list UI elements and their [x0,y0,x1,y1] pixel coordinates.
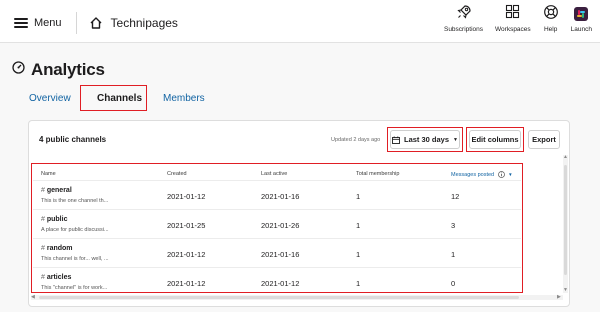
workspaces-button[interactable]: Workspaces [495,4,531,33]
horizontal-scrollbar[interactable]: ◀ ▶ [31,294,563,300]
scroll-right-icon[interactable]: ▶ [557,294,561,300]
top-bar-left: Menu Technipages [14,12,178,34]
subscriptions-button[interactable]: Subscriptions [443,4,484,33]
home-icon[interactable] [89,16,103,30]
rocket-icon [456,4,472,25]
analytics-gauge-icon [12,61,25,79]
vertical-scroll-thumb[interactable] [564,165,567,275]
channels-tab-highlight [80,85,147,111]
edit-columns-highlight [466,127,524,152]
lifebuoy-icon [543,4,559,25]
slack-logo-icon [574,7,589,21]
tab-members[interactable]: Members [163,93,205,104]
scroll-up-icon[interactable]: ▲ [563,154,568,160]
table-highlight [31,163,523,293]
scroll-left-icon[interactable]: ◀ [31,294,35,300]
help-button[interactable]: Help [543,4,559,33]
top-bar: Menu Technipages Subscriptions Workspace… [0,0,600,43]
vertical-scrollbar[interactable]: ▲ ▼ [563,154,568,293]
date-range-highlight [387,127,463,152]
page-title: Analytics [12,60,105,80]
site-name[interactable]: Technipages [111,16,178,30]
launch-label: Launch [570,26,592,33]
subscriptions-label: Subscriptions [443,26,484,33]
launch-button[interactable]: Launch [571,5,592,33]
grid-icon [505,4,520,24]
menu-label[interactable]: Menu [34,17,62,29]
top-bar-right: Subscriptions Workspaces Help Launch [432,4,600,33]
hamburger-menu-icon[interactable] [14,18,28,28]
tab-overview[interactable]: Overview [29,93,71,104]
scroll-down-icon[interactable]: ▼ [563,287,568,293]
workspaces-label: Workspaces [495,26,531,33]
channels-count-title: 4 public channels [39,135,107,144]
help-label: Help [543,26,558,33]
page-title-text: Analytics [31,60,105,79]
export-button[interactable]: Export [528,130,560,149]
channels-card: 4 public channels Updated 2 days ago Las… [28,120,570,307]
divider [75,12,77,34]
updated-status: Updated 2 days ago [331,137,381,143]
horizontal-scroll-thumb[interactable] [39,296,519,299]
